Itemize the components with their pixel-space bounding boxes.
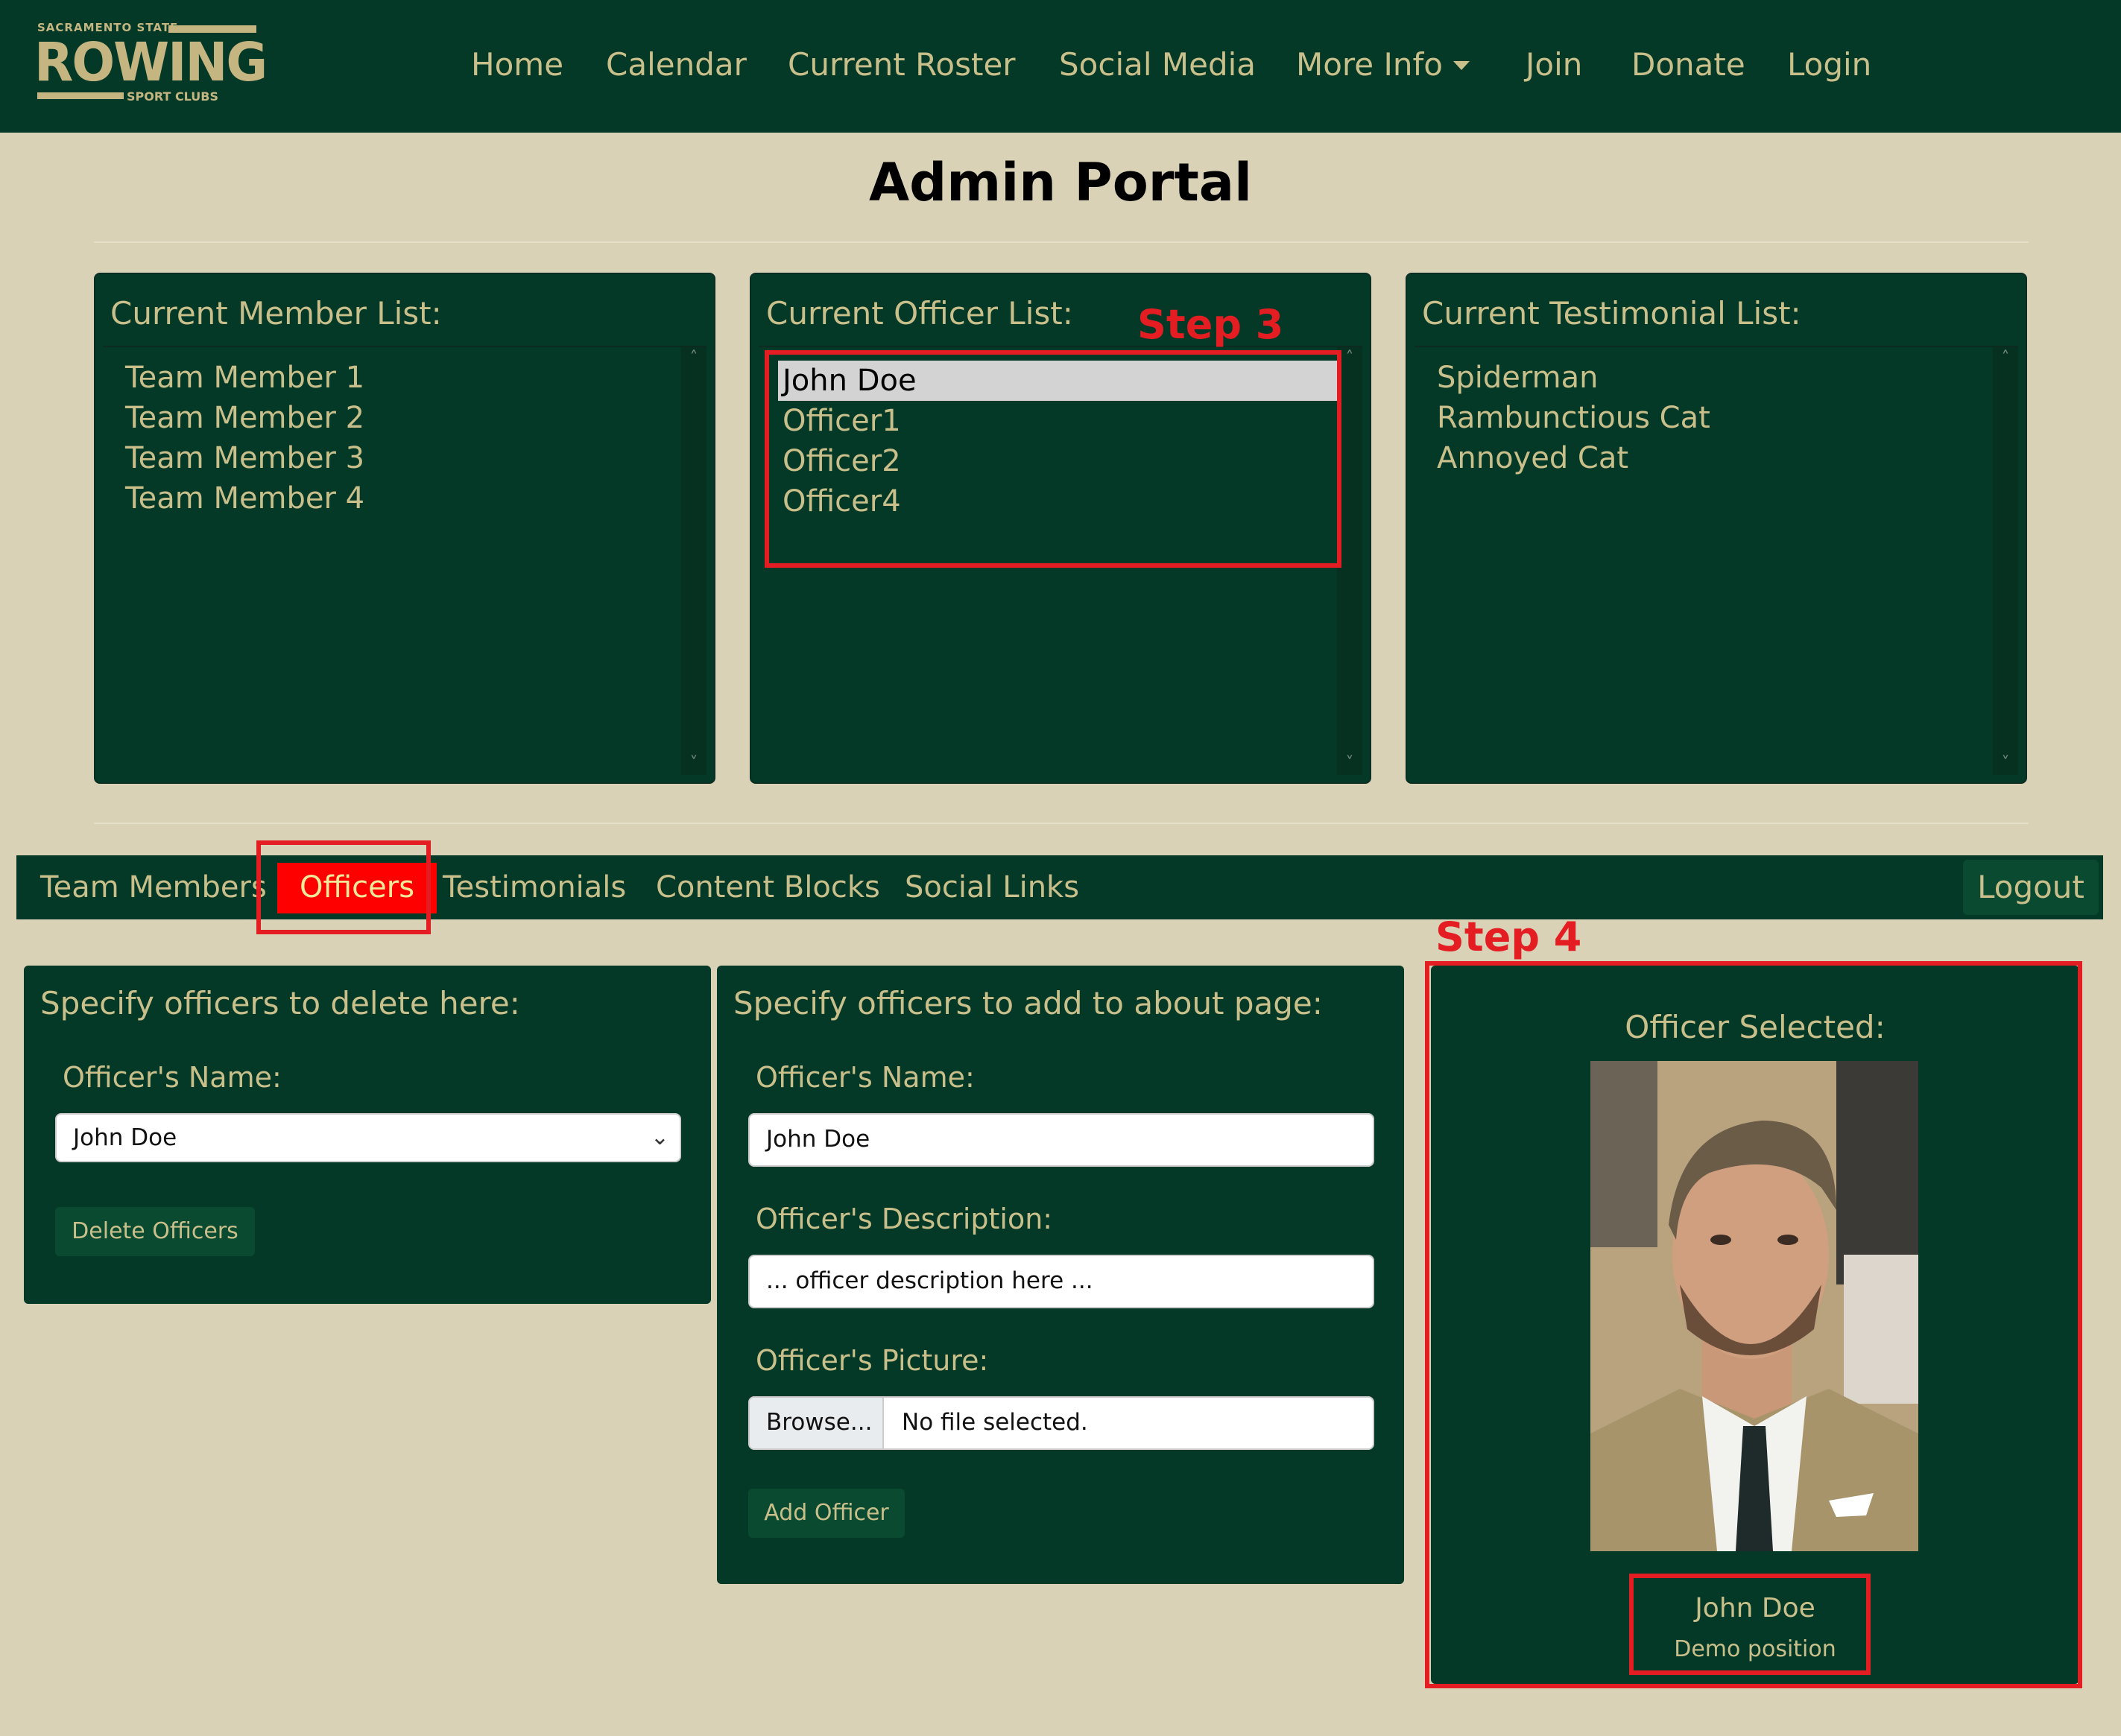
officer-description-input[interactable]: ... officer description here ... [748,1255,1374,1308]
divider [94,241,2029,243]
step4-annotation: Step 4 [1435,913,1582,960]
list-item[interactable]: Team Member 3 [125,438,364,478]
logo-bottom-text: SPORT CLUBS [127,89,219,104]
scroll-up-icon[interactable]: ˄ [1999,350,2012,367]
add-officer-button[interactable]: Add Officer [748,1489,905,1538]
nav-more-info[interactable]: More Info [1296,46,1470,83]
tab-content-blocks[interactable]: Content Blocks [656,869,880,906]
step3-annotation: Step 3 [1137,301,1284,348]
step3-highlight-box [765,350,1341,568]
add-name-label: Officer's Name: [756,1061,975,1094]
member-listbox[interactable]: Team Member 1 Team Member 2 Team Member … [103,346,707,775]
delete-officers-button[interactable]: Delete Officers [55,1207,255,1256]
chevron-down-icon: ⌄ [650,1124,669,1150]
list-item[interactable]: Team Member 4 [125,478,364,519]
add-picture-label: Officer's Picture: [756,1344,989,1377]
officer-picture-file-input[interactable]: Browse... No file selected. [748,1396,1374,1450]
browse-button[interactable]: Browse... [750,1398,884,1448]
testimonial-listbox[interactable]: Spiderman Rambunctious Cat Annoyed Cat ˄… [1414,346,2018,775]
list-item[interactable]: Team Member 1 [125,358,364,398]
nav-current-roster[interactable]: Current Roster [788,46,1016,83]
nav-calendar[interactable]: Calendar [606,46,747,83]
scrollbar[interactable]: ˄ ˅ [681,347,707,775]
nav-more-info-label: More Info [1296,46,1443,83]
page-title: Admin Portal [868,152,1253,213]
delete-name-label: Officer's Name: [63,1061,282,1094]
nav-join[interactable]: Join [1526,46,1582,83]
add-description-label: Officer's Description: [756,1203,1053,1235]
divider [94,823,2029,824]
tab-social-links[interactable]: Social Links [905,869,1079,906]
officer-name-select[interactable]: John Doe ⌄ [55,1113,681,1162]
list-item[interactable]: Annoyed Cat [1437,438,1628,478]
nav-login[interactable]: Login [1787,46,1871,83]
list-item[interactable]: Rambunctious Cat [1437,398,1710,438]
officer-caption-highlight-box [1629,1574,1871,1675]
tab-team-members[interactable]: Team Members [40,869,267,906]
scroll-up-icon[interactable]: ˄ [687,350,701,367]
add-card-heading: Specify officers to add to about page: [733,985,1323,1021]
delete-card-heading: Specify officers to delete here: [40,985,520,1021]
scroll-down-icon[interactable]: ˅ [1999,755,2012,772]
list-item[interactable]: Spiderman [1437,358,1598,398]
tab-testimonials[interactable]: Testimonials [443,869,626,906]
add-officer-card: Specify officers to add to about page: O… [717,966,1404,1584]
nav-donate[interactable]: Donate [1631,46,1745,83]
scroll-down-icon[interactable]: ˅ [687,755,701,772]
member-list-panel: Current Member List: Team Member 1 Team … [94,273,715,784]
nav-home[interactable]: Home [471,46,563,83]
logo-main-text: ROWING [34,31,268,94]
logo-bar-bottom [37,92,124,99]
scroll-up-icon[interactable]: ˄ [1343,350,1356,367]
officer-name-select-value: John Doe [73,1124,177,1151]
nav-social-media[interactable]: Social Media [1059,46,1256,83]
scroll-down-icon[interactable]: ˅ [1343,755,1356,772]
testimonial-list-panel: Current Testimonial List: Spiderman Ramb… [1406,273,2027,784]
officer-name-input[interactable]: John Doe [748,1113,1374,1167]
top-navbar: SACRAMENTO STATE ROWING SPORT CLUBS Home… [0,0,2121,133]
officer-list-heading: Current Officer List: [766,295,1073,332]
testimonial-list-heading: Current Testimonial List: [1422,295,1801,332]
rowing-logo[interactable]: SACRAMENTO STATE ROWING SPORT CLUBS [34,21,268,109]
member-list-heading: Current Member List: [110,295,442,332]
file-status: No file selected. [902,1409,1088,1436]
logout-button[interactable]: Logout [1963,860,2099,915]
officers-tab-highlight-box [256,840,431,934]
caret-down-icon [1453,60,1470,70]
delete-officers-card: Specify officers to delete here: Officer… [24,966,711,1304]
list-item[interactable]: Team Member 2 [125,398,364,438]
scrollbar[interactable]: ˄ ˅ [1993,347,2018,775]
